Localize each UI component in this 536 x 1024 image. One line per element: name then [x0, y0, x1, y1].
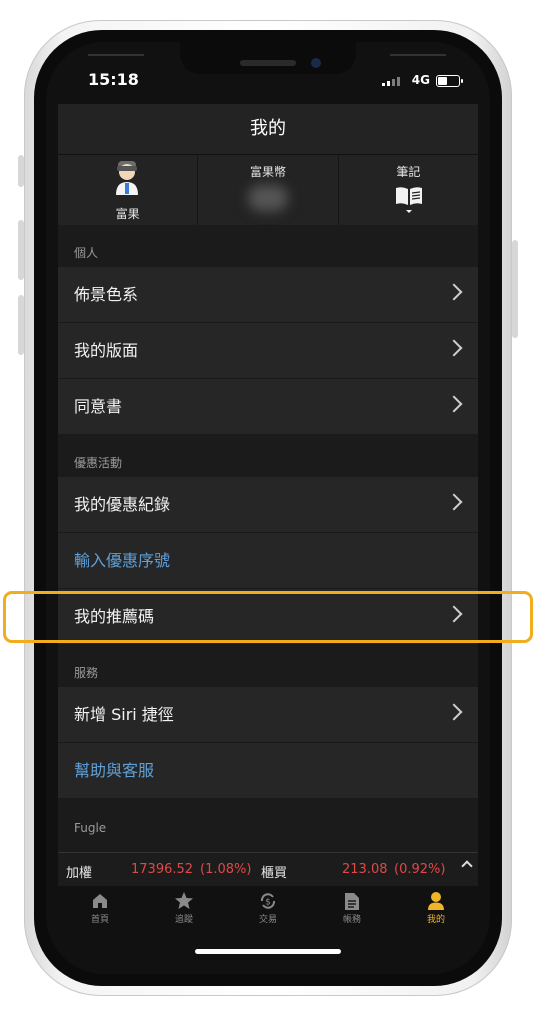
index-name-otc: 櫃買 — [261, 866, 288, 881]
tab-account[interactable]: 帳務 — [310, 886, 394, 928]
menu-item-label: 我的版面 — [74, 341, 139, 360]
index-change-taiex: (1.08%) — [200, 862, 252, 877]
profile-header: 富果 富果幣 筆記 — [58, 154, 478, 225]
page-title: 我的 — [58, 104, 478, 154]
tab-mine[interactable]: 我的 — [394, 886, 478, 928]
menu-item-label: 輸入優惠序號 — [74, 551, 171, 570]
tab-label: 我的 — [426, 915, 445, 925]
index-name-taiex: 加權 — [66, 866, 93, 881]
menu-item-label: 同意書 — [74, 397, 123, 416]
menu-item-label: 佈景色系 — [74, 285, 139, 304]
menu-item-theme[interactable]: 佈景色系 — [58, 267, 478, 323]
signal-icon — [382, 77, 400, 86]
profile-name: 富果 — [115, 207, 140, 221]
tab-label: 帳務 — [342, 915, 361, 925]
tab-home[interactable]: 首頁 — [58, 886, 142, 928]
index-value-taiex: 17396.52 — [131, 862, 194, 877]
volume-up-button — [18, 220, 24, 280]
battery-icon — [436, 75, 463, 87]
front-camera — [311, 58, 321, 68]
tab-label: 交易 — [258, 915, 277, 925]
section-label-fugle: Fugle — [74, 821, 107, 835]
index-change-otc: (0.92%) — [394, 862, 446, 877]
chevron-right-icon — [445, 493, 463, 511]
star-icon — [175, 892, 193, 909]
menu-item-enter-promo-code[interactable]: 輸入優惠序號 — [58, 533, 478, 589]
notes-cell[interactable]: 筆記 — [339, 155, 478, 225]
menu-item-consent[interactable]: 同意書 — [58, 379, 478, 435]
tab-label: 追蹤 — [174, 915, 193, 925]
home-icon — [93, 894, 107, 908]
chevron-up-icon[interactable] — [461, 860, 473, 872]
tab-watchlist[interactable]: 追蹤 — [142, 886, 226, 928]
power-button — [512, 240, 518, 338]
menu-item-add-siri-shortcut[interactable]: 新增 Siri 捷徑 — [58, 687, 478, 743]
section-label-promo: 優惠活動 — [58, 435, 478, 477]
app-screen: 我的 富果 富果幣 筆記 個人 佈景色系 我的版面 同意書 優惠活動 我的優惠紀… — [58, 104, 478, 928]
menu-item-label: 新增 Siri 捷徑 — [74, 705, 174, 724]
section-label-personal: 個人 — [58, 225, 478, 267]
book-icon — [395, 187, 422, 213]
bezel-line — [88, 54, 144, 56]
volume-down-button — [18, 295, 24, 355]
index-value-otc: 213.08 — [342, 862, 388, 877]
coin-cell[interactable]: 富果幣 — [198, 155, 339, 225]
trade-cycle-icon: $ — [260, 893, 276, 909]
market-ticker[interactable]: 加權 17396.52 (1.08%) 櫃買 213.08 (0.92%) — [58, 852, 478, 887]
mute-switch — [18, 155, 24, 187]
tab-trade[interactable]: $ 交易 — [226, 886, 310, 928]
avatar-icon — [116, 161, 138, 195]
tab-label: 首頁 — [90, 915, 109, 925]
chevron-right-icon — [445, 283, 463, 301]
home-indicator — [195, 949, 341, 954]
notch — [180, 42, 356, 74]
chevron-right-icon — [445, 395, 463, 413]
section-label-service: 服務 — [58, 645, 478, 687]
menu-item-label: 幫助與客服 — [74, 761, 155, 780]
network-type: 4G — [411, 73, 430, 87]
coin-label: 富果幣 — [249, 165, 286, 179]
menu-item-help-support[interactable]: 幫助與客服 — [58, 743, 478, 799]
menu-item-label: 我的優惠紀錄 — [74, 495, 171, 514]
bezel-line — [390, 54, 446, 56]
profile-cell[interactable]: 富果 — [58, 155, 199, 225]
status-time: 15:18 — [88, 70, 139, 89]
notes-label: 筆記 — [396, 165, 421, 179]
person-icon — [428, 892, 444, 910]
menu-item-promo-history[interactable]: 我的優惠紀錄 — [58, 477, 478, 533]
coin-balance-blurred — [247, 185, 288, 211]
highlight-box — [3, 591, 533, 643]
document-icon — [345, 892, 359, 910]
chevron-right-icon — [445, 339, 463, 357]
menu-item-my-layout[interactable]: 我的版面 — [58, 323, 478, 379]
tab-bar: 首頁 追蹤 $ 交易 帳務 我的 — [58, 886, 478, 928]
svg-text:$: $ — [265, 898, 271, 908]
earpiece-speaker — [240, 60, 296, 66]
chevron-right-icon — [445, 703, 463, 721]
